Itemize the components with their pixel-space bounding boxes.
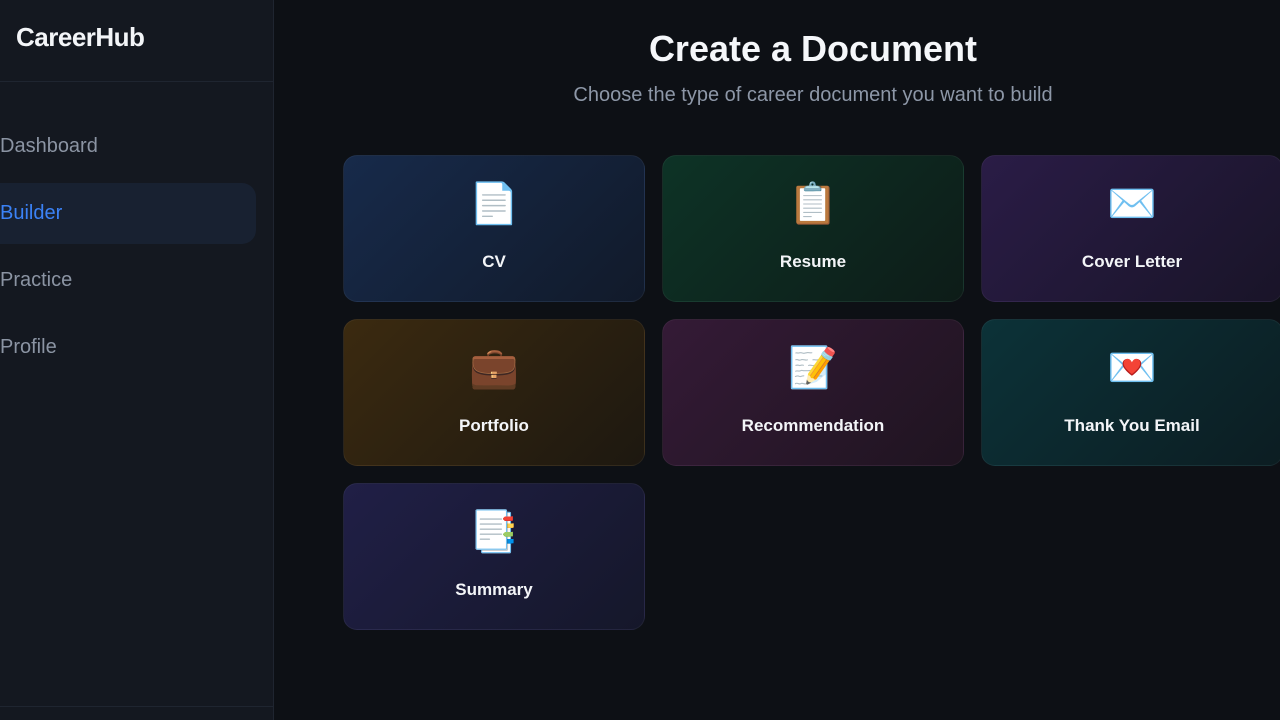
bookmark-tabs-icon: 📑: [469, 510, 519, 554]
sidebar: CareerHub Dashboard Builder Practice Pro…: [0, 0, 274, 720]
love-letter-icon: 💌: [1107, 346, 1157, 390]
card-cv[interactable]: 📄 CV: [343, 155, 645, 302]
card-label: Cover Letter: [1081, 252, 1183, 271]
sidebar-item-label: Practice: [0, 269, 73, 291]
card-label: Portfolio: [459, 416, 529, 435]
sidebar-footer: [0, 706, 274, 720]
brand-logo[interactable]: CareerHub: [0, 0, 273, 82]
clipboard-icon: 📋: [788, 182, 838, 226]
app-root: CareerHub Dashboard Builder Practice Pro…: [0, 0, 1280, 720]
envelope-icon: ✉️: [1107, 182, 1157, 226]
card-label: Recommendation: [741, 416, 885, 435]
sidebar-item-label: Dashboard: [0, 135, 98, 157]
sidebar-item-builder[interactable]: Builder: [0, 183, 256, 244]
card-portfolio[interactable]: 💼 Portfolio: [343, 319, 645, 466]
document-icon: 📄: [469, 182, 519, 226]
sidebar-item-dashboard[interactable]: Dashboard: [0, 116, 256, 177]
card-cover-letter[interactable]: ✉️ Cover Letter: [981, 155, 1280, 302]
card-label: Summary: [455, 580, 533, 599]
sidebar-item-label: Profile: [0, 336, 57, 358]
page-title: Create a Document: [648, 28, 978, 69]
sidebar-item-practice[interactable]: Practice: [0, 250, 256, 311]
card-label: Thank You Email: [1064, 416, 1200, 435]
page-subtitle: Choose the type of career document you w…: [573, 84, 1053, 106]
sidebar-item-label: Builder: [0, 202, 63, 224]
card-label: CV: [482, 252, 506, 271]
card-label: Resume: [779, 252, 847, 271]
sidebar-item-profile[interactable]: Profile: [0, 317, 256, 378]
briefcase-icon: 💼: [469, 346, 519, 390]
sidebar-nav: Dashboard Builder Practice Profile: [0, 116, 256, 384]
card-summary[interactable]: 📑 Summary: [343, 483, 645, 630]
memo-icon: 📝: [788, 346, 838, 390]
card-thank-you-email[interactable]: 💌 Thank You Email: [981, 319, 1280, 466]
card-resume[interactable]: 📋 Resume: [662, 155, 964, 302]
main-content: Create a Document Choose the type of car…: [274, 0, 1280, 720]
card-recommendation[interactable]: 📝 Recommendation: [662, 319, 964, 466]
